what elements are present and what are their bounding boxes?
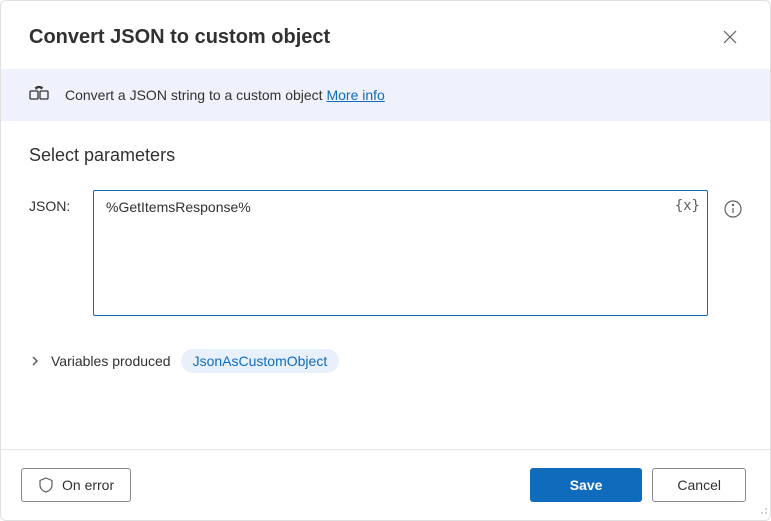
save-button[interactable]: Save xyxy=(530,468,643,502)
convert-icon xyxy=(29,85,49,105)
variables-produced-label: Variables produced xyxy=(51,353,171,369)
info-text: Convert a JSON string to a custom object… xyxy=(65,87,385,103)
variable-picker-icon[interactable]: {x} xyxy=(675,198,700,214)
section-title: Select parameters xyxy=(29,145,742,166)
json-input[interactable] xyxy=(93,190,708,316)
on-error-label: On error xyxy=(62,477,114,493)
more-info-link[interactable]: More info xyxy=(326,87,384,103)
resize-handle[interactable] xyxy=(756,503,768,518)
variables-produced-row: Variables produced JsonAsCustomObject xyxy=(29,349,742,373)
info-bar: Convert a JSON string to a custom object… xyxy=(1,69,770,121)
variable-chip[interactable]: JsonAsCustomObject xyxy=(181,349,340,373)
dialog-header: Convert JSON to custom object xyxy=(1,1,770,69)
json-input-wrapper: {x} xyxy=(93,190,708,321)
dialog-content: Select parameters JSON: {x} Variables pr… xyxy=(1,121,770,449)
info-circle-icon xyxy=(724,200,742,218)
close-icon xyxy=(723,30,737,44)
chevron-right-icon[interactable] xyxy=(29,355,41,367)
on-error-button[interactable]: On error xyxy=(21,468,131,502)
dialog-title: Convert JSON to custom object xyxy=(29,26,330,49)
help-button[interactable] xyxy=(724,200,742,218)
json-label: JSON: xyxy=(29,190,77,214)
dialog-footer: On error Save Cancel xyxy=(1,449,770,520)
close-button[interactable] xyxy=(714,21,746,53)
cancel-button[interactable]: Cancel xyxy=(652,468,746,502)
shield-icon xyxy=(38,477,54,493)
json-form-row: JSON: {x} xyxy=(29,190,742,321)
info-description: Convert a JSON string to a custom object xyxy=(65,87,326,103)
footer-actions: Save Cancel xyxy=(530,468,746,502)
